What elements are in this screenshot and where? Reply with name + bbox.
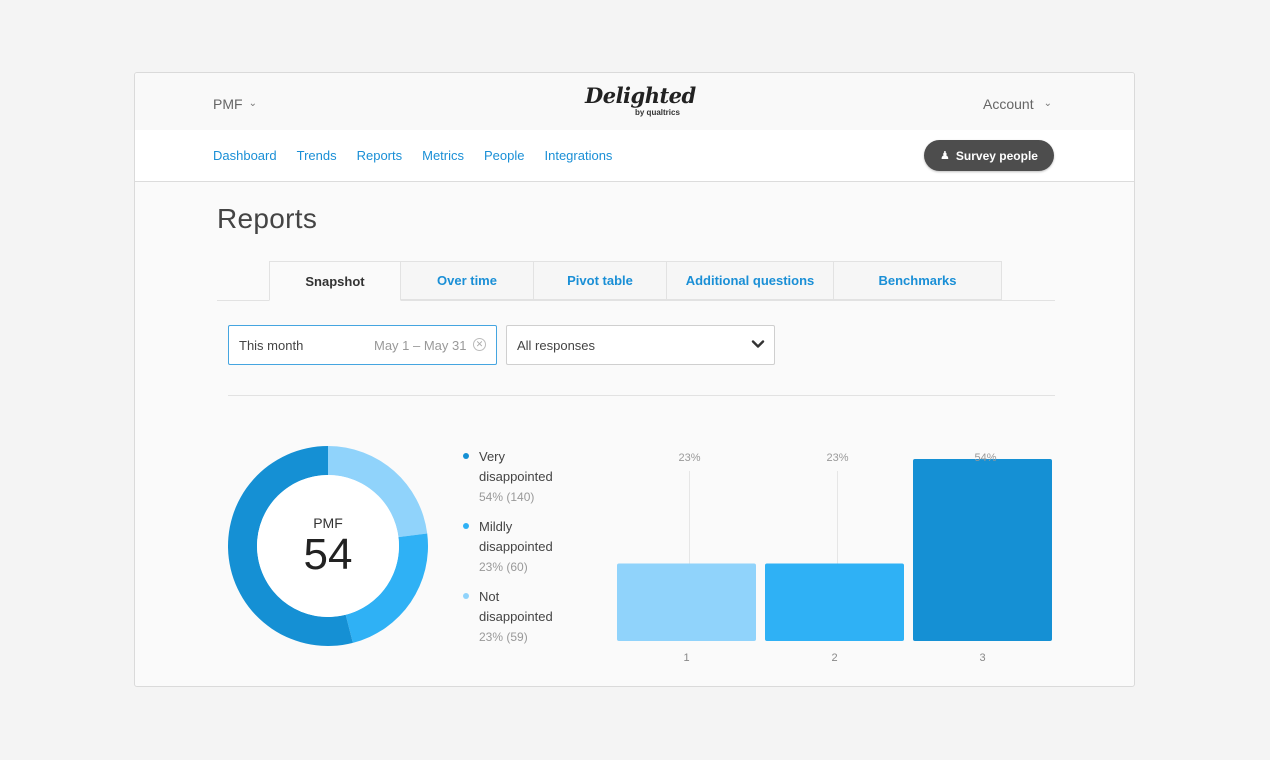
bar-3: [913, 459, 1052, 641]
legend-item: Mildly disappointed 23% (60): [463, 517, 569, 577]
app-window: PMF ⌄ Delighted by qualtrics Account ⌄ D…: [134, 72, 1135, 687]
logo[interactable]: Delighted by qualtrics: [585, 83, 696, 123]
bar-data-label: 23%: [678, 452, 700, 464]
date-range-label: This month: [239, 338, 304, 353]
legend-label: Very disappointed: [479, 449, 553, 484]
date-range-filter[interactable]: This month May 1 – May 31 ✕: [228, 325, 497, 365]
responses-select[interactable]: All responses: [506, 325, 775, 365]
page-title: Reports: [217, 203, 318, 234]
project-label: PMF: [213, 96, 243, 112]
responses-select-value: All responses: [517, 338, 596, 353]
chart-legend: Very disappointed 54% (140) Mildly disap…: [463, 447, 569, 657]
chevron-down-icon: [751, 340, 765, 348]
top-bar: PMF ⌄ Delighted by qualtrics Account ⌄: [135, 73, 1134, 131]
clear-icon[interactable]: ✕: [473, 338, 486, 351]
bar-data-label: 54%: [974, 452, 996, 464]
tab-snapshot[interactable]: Snapshot: [269, 261, 401, 301]
nav-trends[interactable]: Trends: [297, 148, 337, 163]
people-icon: ♟: [940, 150, 950, 162]
date-range-value: May 1 – May 31: [374, 338, 467, 353]
nav-metrics[interactable]: Metrics: [422, 148, 464, 163]
logo-wordmark: Delighted: [585, 83, 696, 108]
nav-reports[interactable]: Reports: [357, 148, 403, 163]
legend-item: Not disappointed 23% (59): [463, 587, 569, 647]
tab-pivot-table[interactable]: Pivot table: [534, 261, 667, 300]
main-nav: Dashboard Trends Reports Metrics People …: [135, 130, 1134, 182]
bar-tick-label: 2: [831, 652, 837, 664]
nav-integrations[interactable]: Integrations: [545, 148, 613, 163]
chevron-down-icon: ⌄: [248, 97, 257, 109]
legend-label: Mildly disappointed: [479, 519, 553, 554]
bar-data-label: 23%: [826, 452, 848, 464]
legend-stat: 54% (140): [479, 490, 535, 504]
donut-center-label: PMF: [313, 515, 343, 531]
nav-people[interactable]: People: [484, 148, 524, 163]
logo-subtitle: by qualtrics: [635, 108, 680, 117]
bar-tick-label: 1: [683, 652, 689, 664]
legend-dot: [463, 523, 469, 529]
legend-dot: [463, 453, 469, 459]
donut-center-value: 54: [303, 530, 353, 579]
bar-2: [765, 563, 904, 641]
tab-additional-questions[interactable]: Additional questions: [667, 261, 834, 300]
tab-over-time[interactable]: Over time: [401, 261, 534, 300]
project-switcher[interactable]: PMF ⌄: [213, 96, 257, 112]
legend-stat: 23% (60): [479, 560, 528, 574]
tab-benchmarks[interactable]: Benchmarks: [834, 261, 1002, 300]
legend-stat: 23% (59): [479, 630, 528, 644]
chevron-down-icon: ⌄: [1043, 97, 1052, 109]
nav-dashboard[interactable]: Dashboard: [213, 148, 277, 163]
legend-item: Very disappointed 54% (140): [463, 447, 569, 507]
distribution-bar-chart: 23% 1 23% 2 54% 3: [617, 452, 1052, 664]
account-label: Account: [983, 96, 1034, 112]
survey-people-button[interactable]: ♟ Survey people: [924, 140, 1054, 171]
bar-1: [617, 563, 756, 641]
survey-people-label: Survey people: [955, 148, 1038, 163]
legend-dot: [463, 593, 469, 599]
report-tabs: Snapshot Over time Pivot table Additiona…: [269, 261, 1002, 301]
nav-links: Dashboard Trends Reports Metrics People …: [213, 148, 612, 163]
section-divider: [228, 395, 1055, 396]
legend-label: Not disappointed: [479, 589, 553, 624]
account-menu[interactable]: Account ⌄: [983, 96, 1052, 112]
bar-tick-label: 3: [979, 652, 985, 664]
